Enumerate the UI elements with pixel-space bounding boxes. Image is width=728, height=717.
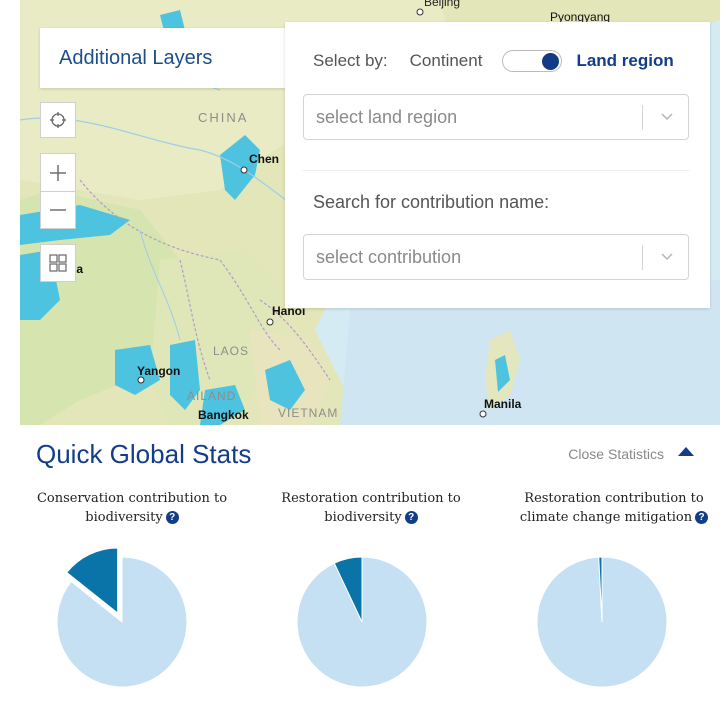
close-statistics-button[interactable]: Close Statistics: [568, 446, 664, 462]
chart-restoration-biodiversity: Restoration contribution to biodiversity…: [251, 489, 491, 527]
search-contribution-label: Search for contribution name:: [313, 192, 550, 212]
select-by-row: Select by: Continent Land region: [313, 50, 674, 72]
help-icon[interactable]: ?: [695, 511, 709, 524]
grid-icon: [49, 254, 67, 272]
quick-global-stats: Quick Global Stats Close Statistics Cons…: [12, 425, 720, 717]
plus-icon: [50, 164, 66, 181]
zoom-out-button[interactable]: [40, 191, 76, 229]
chart-title-line2: biodiversity: [85, 510, 163, 525]
additional-layers-label: Additional Layers: [59, 46, 213, 69]
continent-option[interactable]: Continent: [410, 51, 483, 71]
chevron-down-icon[interactable]: [660, 248, 674, 264]
chart-restoration-climate: Restoration contribution to climate chan…: [494, 489, 728, 527]
stats-title: Quick Global Stats: [36, 439, 252, 469]
select-by-label: Select by:: [313, 51, 388, 70]
select-separator: [642, 245, 643, 270]
crosshair-icon: [50, 112, 66, 128]
chart-title-line1: Conservation contribution to: [36, 491, 228, 506]
chevron-down-icon[interactable]: [660, 108, 674, 124]
contribution-placeholder: select contribution: [316, 246, 462, 267]
pie-chart: [56, 547, 188, 688]
land-region-placeholder: select land region: [316, 106, 458, 127]
help-icon[interactable]: ?: [404, 511, 418, 524]
pie-chart: [296, 556, 428, 688]
toggle-knob: [542, 53, 560, 70]
basemap-gallery-button[interactable]: [40, 244, 76, 282]
land-region-select[interactable]: select land region: [303, 94, 689, 140]
caret-up-icon[interactable]: [678, 447, 694, 456]
filter-panel: Select by: Continent Land region select …: [285, 22, 710, 308]
minus-icon: [50, 209, 66, 211]
chart-conservation-biodiversity: Conservation contribution to biodiversit…: [12, 489, 252, 527]
pie-chart: [536, 556, 668, 688]
zoom-in-button[interactable]: [40, 153, 76, 191]
chart-title: Restoration contribution to climate chan…: [494, 489, 728, 527]
panel-divider: [303, 170, 689, 171]
chart-title-line2: biodiversity: [324, 510, 402, 525]
chart-title: Restoration contribution to biodiversity…: [251, 489, 491, 527]
region-mode-toggle[interactable]: [502, 50, 563, 72]
chart-title-line1: Restoration contribution to: [281, 491, 461, 506]
locate-button[interactable]: [40, 102, 76, 138]
chart-title-line1: Restoration contribution to: [524, 491, 704, 506]
land-region-option[interactable]: Land region: [576, 51, 673, 71]
help-icon[interactable]: ?: [165, 511, 179, 524]
chart-title-line2: climate change mitigation: [519, 510, 693, 525]
chart-title: Conservation contribution to biodiversit…: [12, 489, 252, 527]
contribution-select[interactable]: select contribution: [303, 234, 689, 280]
select-separator: [642, 105, 643, 130]
additional-layers-tab[interactable]: Additional Layers: [40, 28, 285, 88]
